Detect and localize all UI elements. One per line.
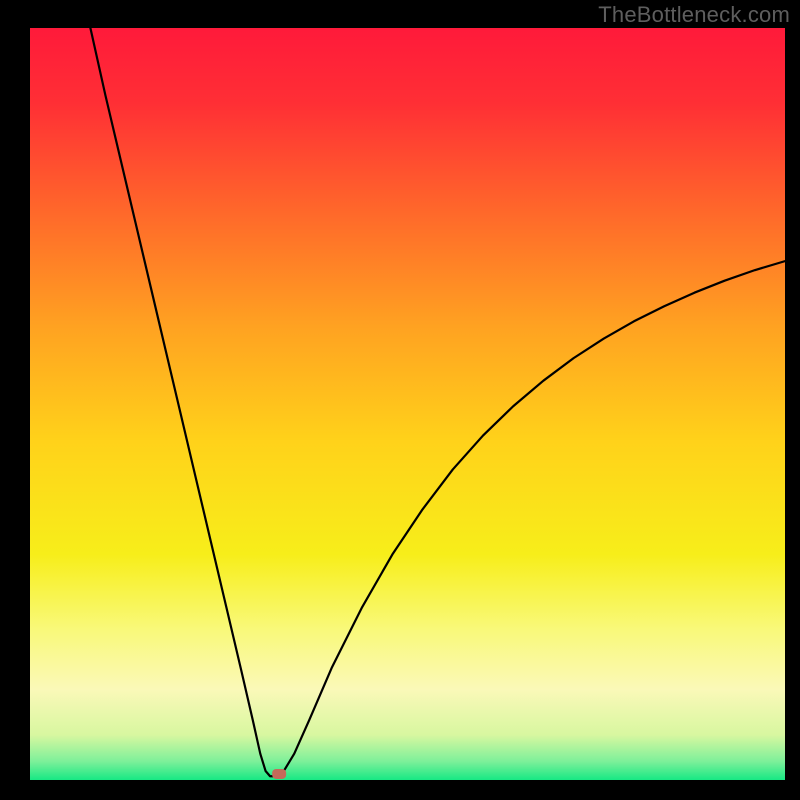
plot-background <box>30 28 785 780</box>
chart-frame: TheBottleneck.com <box>0 0 800 800</box>
watermark-text: TheBottleneck.com <box>598 2 790 28</box>
bottleneck-chart <box>0 0 800 800</box>
minimum-marker <box>272 769 286 779</box>
